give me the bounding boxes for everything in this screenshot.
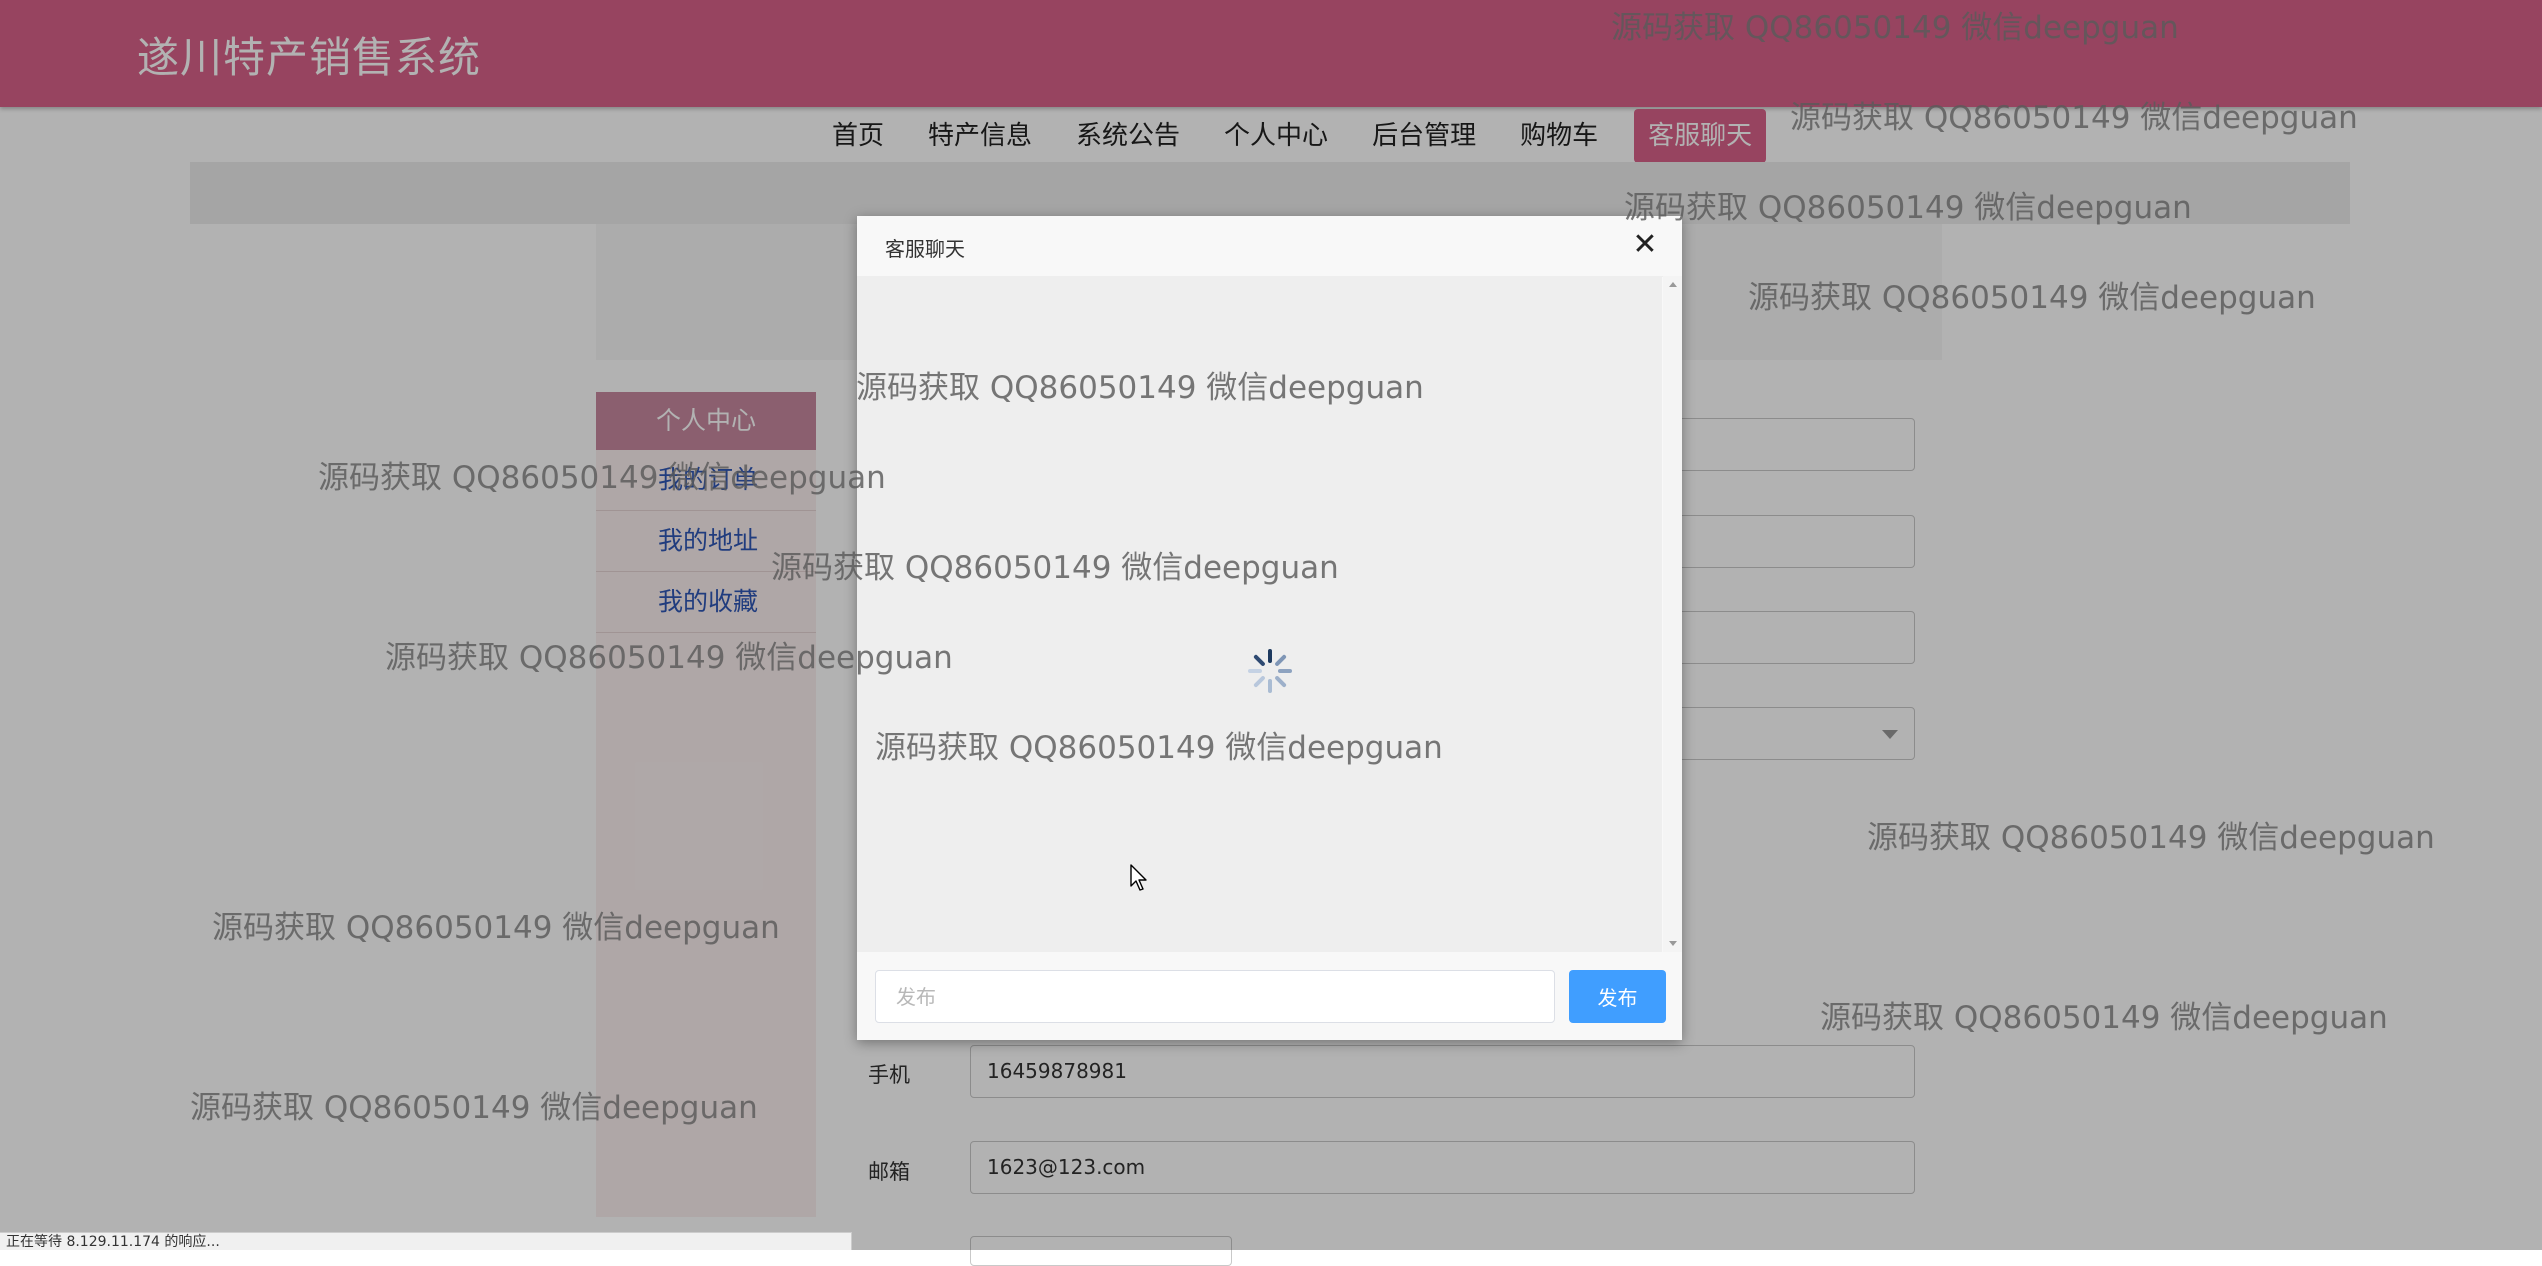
chat-message-area[interactable]: [857, 276, 1662, 952]
dialog-header: 客服聊天 ✕: [857, 216, 1682, 277]
chat-scrollbar[interactable]: [1663, 276, 1682, 952]
dialog-footer: 发布: [857, 952, 1682, 1040]
close-icon[interactable]: ✕: [1626, 226, 1664, 264]
loading-spinner-icon: [1248, 649, 1292, 693]
browser-status-bar: 正在等待 8.129.11.174 的响应...: [0, 1232, 852, 1250]
scroll-down-icon[interactable]: [1669, 941, 1677, 946]
post-button[interactable]: 发布: [1569, 970, 1666, 1023]
dialog-title: 客服聊天: [885, 237, 965, 261]
chat-dialog: 客服聊天 ✕ 发布: [857, 216, 1682, 1040]
mouse-cursor-icon: [1130, 864, 1147, 891]
message-input[interactable]: [875, 970, 1555, 1023]
scroll-up-icon[interactable]: [1669, 282, 1677, 287]
